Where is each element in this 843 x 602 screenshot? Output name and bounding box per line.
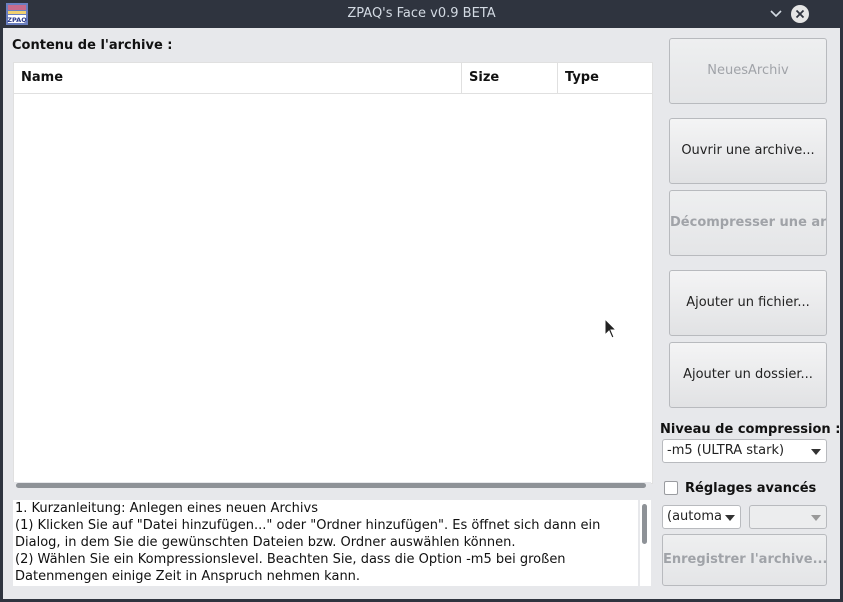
- close-icon[interactable]: [791, 5, 809, 23]
- window-title: ZPAQ's Face v0.9 BETA: [347, 6, 496, 21]
- column-header-name[interactable]: Name: [14, 63, 462, 93]
- table-header: Name Size Type: [14, 63, 652, 94]
- save-archive-button[interactable]: Enregistrer l'archive...: [662, 534, 827, 586]
- log-line: 1. Kurzanleitung: Anlegen eines neuen Ar…: [15, 501, 318, 516]
- compression-level-label: Niveau de compression :: [660, 422, 840, 437]
- dropdown-arrow-icon: [811, 449, 821, 455]
- add-file-button[interactable]: Ajouter un fichier...: [669, 270, 827, 336]
- log-vertical-scrollbar[interactable]: [640, 500, 651, 586]
- open-archive-button[interactable]: Ouvrir une archive...: [669, 118, 827, 184]
- mouse-pointer-icon: [604, 318, 618, 339]
- title-bar[interactable]: ZPAQ ZPAQ's Face v0.9 BETA: [0, 0, 843, 28]
- log-line: Datenmengen einige Zeit in Anspruch nehm…: [15, 569, 361, 584]
- compression-level-value: -m5 (ULTRA stark): [667, 443, 785, 458]
- new-archive-button[interactable]: NeuesArchiv: [669, 38, 827, 104]
- add-folder-button[interactable]: Ajouter un dossier...: [669, 342, 827, 408]
- decompress-archive-button[interactable]: Décompresser une ar: [669, 190, 827, 256]
- archive-contents-label: Contenu de l'archive :: [12, 38, 173, 53]
- advanced-option-select-1[interactable]: (automa: [662, 505, 741, 529]
- column-header-type[interactable]: Type: [558, 63, 652, 93]
- vertical-scrollbar-thumb[interactable]: [642, 504, 647, 544]
- app-window: ZPAQ ZPAQ's Face v0.9 BETA Contenu de l'…: [0, 0, 843, 602]
- log-line: (1) Klicken Sie auf "Datei hinzufügen...…: [15, 518, 601, 533]
- advanced-settings-checkbox[interactable]: [664, 481, 678, 495]
- table-horizontal-scrollbar[interactable]: [13, 482, 651, 490]
- dropdown-arrow-icon: [811, 515, 821, 521]
- log-line: Dialog, in dem Sie die gewünschten Datei…: [15, 535, 516, 550]
- horizontal-scrollbar-thumb[interactable]: [16, 483, 646, 488]
- advanced-settings-label: Réglages avancés: [685, 481, 817, 496]
- minimize-chevron-icon[interactable]: [767, 5, 785, 23]
- archive-contents-table[interactable]: Name Size Type: [13, 62, 653, 484]
- advanced-option-select-2[interactable]: [749, 505, 827, 529]
- column-header-size[interactable]: Size: [462, 63, 558, 93]
- compression-level-select[interactable]: -m5 (ULTRA stark): [662, 439, 827, 463]
- log-line: (2) Wählen Sie ein Kompressionslevel. Be…: [15, 552, 566, 567]
- main-panel: Contenu de l'archive : Name Size Type 1.…: [3, 28, 840, 599]
- instructions-log[interactable]: 1. Kurzanleitung: Anlegen eines neuen Ar…: [13, 500, 638, 586]
- advanced-option-1-value: (automa: [667, 509, 722, 524]
- dropdown-arrow-icon: [725, 515, 735, 521]
